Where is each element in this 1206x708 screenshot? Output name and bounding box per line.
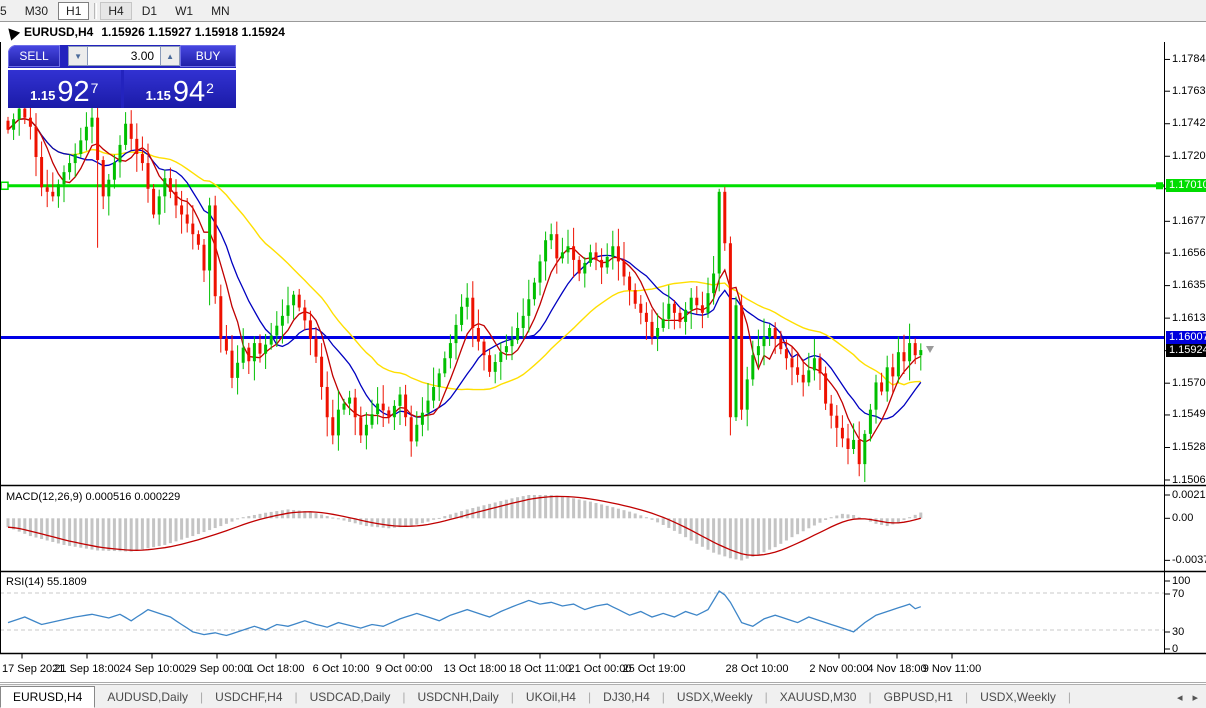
macd-tick-label: 0.00 (1172, 512, 1193, 525)
price-tick-label: 1.16350 (1172, 279, 1206, 292)
time-axis-label: 25 Oct 19:00 (623, 663, 686, 675)
volume-input[interactable]: 3.00 (88, 46, 160, 66)
macd-tick-label: -0.00379 (1172, 554, 1206, 567)
tab-separator: | (1068, 690, 1071, 704)
rsi-layer (0, 591, 1164, 635)
ma-mid-line (8, 119, 921, 419)
time-axis-label: 1 Oct 18:00 (248, 663, 305, 675)
chart-tab-usdx-weekly[interactable]: USDX,Weekly (667, 688, 763, 706)
time-axis-label: 18 Oct 11:00 (509, 663, 571, 675)
time-axis-label: 2 Nov 00:00 (809, 663, 868, 675)
rsi-line (8, 591, 921, 635)
price-tick-label: 1.16135 (1172, 312, 1206, 325)
metatrader-window: 5 M30 H1 H4 D1 W1 MN EURUSD,H4 1.15926 1… (0, 0, 1206, 708)
sell-button[interactable]: SELL (8, 45, 60, 67)
chart-title-row: EURUSD,H4 1.15926 1.15927 1.15918 1.1592… (0, 24, 285, 40)
rsi-indicator-label: RSI(14) 55.1809 (6, 576, 87, 588)
price-tick-label: 1.15280 (1172, 441, 1206, 454)
time-axis-label: 6 Oct 10:00 (313, 663, 370, 675)
time-axis-label: 9 Oct 00:00 (376, 663, 433, 675)
sell-price-prefix: 1.15 (30, 88, 55, 103)
tab-separator: | (295, 690, 298, 704)
chart-tab-usdcnh-daily[interactable]: USDCNH,Daily (407, 688, 508, 706)
ma-fast-line (8, 119, 921, 442)
rsi-tick-label: 100 (1172, 575, 1190, 588)
rsi-tick-label: 70 (1172, 588, 1184, 601)
buy-price-display[interactable]: 1.15942 (124, 70, 237, 108)
tab-separator: | (511, 690, 514, 704)
tabs-scroll-left-icon[interactable]: ◂ (1177, 691, 1183, 704)
last-price-arrow-icon (926, 346, 934, 353)
price-tick-label: 1.17635 (1172, 85, 1206, 98)
hline-handle-right[interactable] (1156, 182, 1163, 189)
time-axis-label: 21 Sep 18:00 (54, 663, 119, 675)
tab-separator: | (402, 690, 405, 704)
ma-slow-line (8, 119, 921, 390)
chart-symbol-title: EURUSD,H4 (24, 25, 93, 39)
buy-price-pip: 2 (206, 80, 214, 96)
chart-tab-gbpusd-h1[interactable]: GBPUSD,H1 (874, 688, 963, 706)
price-tick-label: 1.16775 (1172, 215, 1206, 228)
time-axis-label: 28 Oct 10:00 (726, 663, 789, 675)
chart-tab-dj30-h4[interactable]: DJ30,H4 (593, 688, 660, 706)
chart-tabs-bar: EURUSD,H4AUDUSD,Daily|USDCHF,H4|USDCAD,D… (0, 684, 1206, 708)
chart-tab-usdcad-daily[interactable]: USDCAD,Daily (300, 688, 401, 706)
horizontal-lines-layer[interactable] (0, 182, 1164, 337)
rsi-tick-label: 0 (1172, 643, 1178, 656)
tabs-scroll-right-icon[interactable]: ▸ (1192, 691, 1198, 704)
panel-borders (0, 42, 1206, 683)
chart-arrow-icon[interactable] (4, 24, 20, 40)
chart-tab-usdx-weekly[interactable]: USDX,Weekly (970, 688, 1066, 706)
buy-price-main: 94 (173, 79, 205, 105)
price-label-black: 1.15924 (1166, 344, 1206, 357)
time-axis-label: 9 Nov 11:00 (923, 663, 982, 675)
tab-separator: | (200, 690, 203, 704)
price-tick-label: 1.15495 (1172, 408, 1206, 421)
sell-price-pip: 7 (91, 80, 99, 96)
macd-layer (7, 495, 923, 560)
time-axis-label: 4 Nov 18:00 (867, 663, 926, 675)
time-axis-label: 13 Oct 18:00 (444, 663, 507, 675)
macd-indicator-label: MACD(12,26,9) 0.000516 0.000229 (6, 491, 180, 503)
sell-price-main: 92 (57, 79, 89, 105)
chart-tab-ukoil-h4[interactable]: UKOil,H4 (516, 688, 586, 706)
tab-separator: | (588, 690, 591, 704)
macd-tick-label: 0.0021 (1172, 489, 1206, 502)
tab-separator: | (965, 690, 968, 704)
tab-separator: | (662, 690, 665, 704)
hline-handle-left[interactable] (1, 182, 8, 189)
candles-layer (7, 99, 923, 482)
buy-button[interactable]: BUY (180, 45, 236, 67)
price-tick-label: 1.15065 (1172, 474, 1206, 487)
price-label-green: 1.17010 (1166, 179, 1206, 192)
chart-tab-usdchf-h4[interactable]: USDCHF,H4 (205, 688, 292, 706)
price-tick-label: 1.16565 (1172, 247, 1206, 260)
price-tick-label: 1.17420 (1172, 117, 1206, 130)
time-axis-label: 24 Sep 10:00 (119, 663, 184, 675)
one-click-trade-panel: SELL ▼ 3.00 ▲ BUY 1.15927 1.15942 (8, 45, 236, 108)
tab-separator: | (765, 690, 768, 704)
price-label-blue: 1.16007 (1166, 331, 1206, 344)
time-axis-label: 29 Sep 00:00 (184, 663, 249, 675)
macd-signal-line (8, 496, 921, 555)
tab-separator: | (868, 690, 871, 704)
sell-price-display[interactable]: 1.15927 (8, 70, 121, 108)
chart-tab-eurusd-h4[interactable]: EURUSD,H4 (0, 686, 95, 708)
rsi-tick-label: 30 (1172, 626, 1184, 639)
price-tick-label: 1.15705 (1172, 377, 1206, 390)
chart-tab-xauusd-m30[interactable]: XAUUSD,M30 (770, 688, 867, 706)
chart-tab-audusd-daily[interactable]: AUDUSD,Daily (97, 688, 198, 706)
volume-stepper: ▼ 3.00 ▲ (68, 46, 180, 66)
increase-volume-icon[interactable]: ▲ (160, 46, 180, 66)
chart-quote-values: 1.15926 1.15927 1.15918 1.15924 (101, 25, 285, 39)
decrease-volume-icon[interactable]: ▼ (68, 46, 88, 66)
buy-price-prefix: 1.15 (146, 88, 171, 103)
price-tick-label: 1.17845 (1172, 53, 1206, 66)
price-tick-label: 1.17205 (1172, 150, 1206, 163)
